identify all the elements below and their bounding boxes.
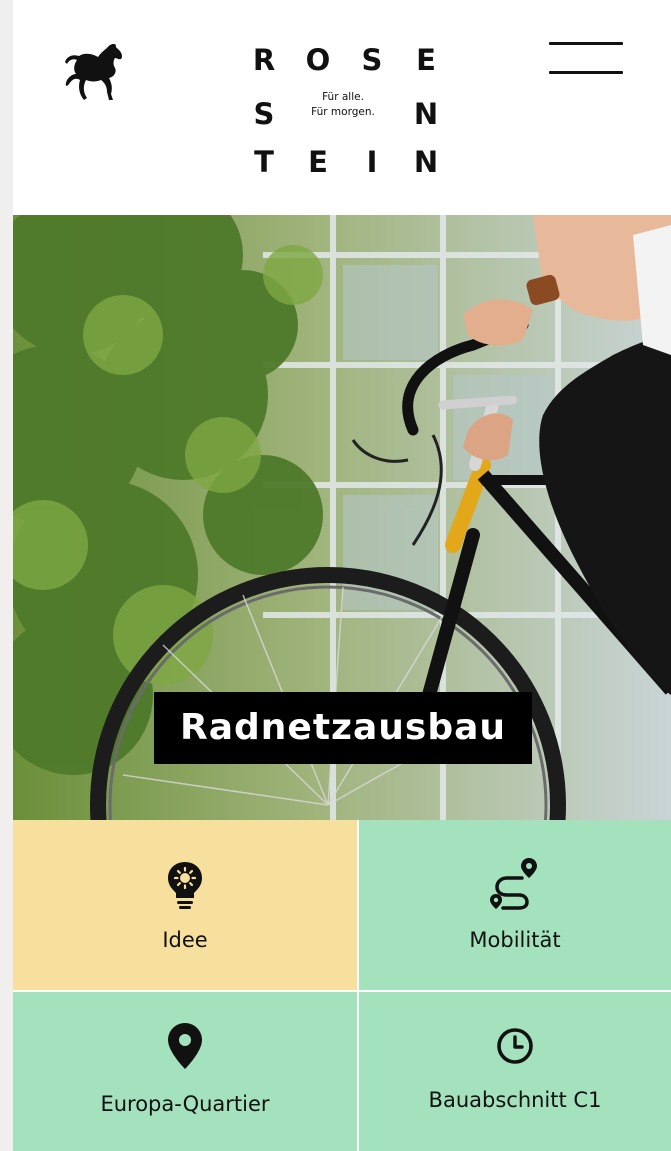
hero-title: Radnetzausbau [154, 692, 533, 764]
clock-icon [497, 1028, 533, 1064]
tile-label: Idee [162, 928, 208, 952]
menu-bar [549, 42, 623, 45]
logo-letter: O [305, 43, 331, 77]
tile-label: Europa-Quartier [100, 1092, 270, 1116]
logo-letter: I [366, 145, 378, 179]
category-tiles: Idee Mobilität Europa-Quartier Bauabschn… [13, 820, 671, 1151]
location-pin-icon [168, 1023, 202, 1069]
logo-tagline: Für alle. Für morgen. [293, 90, 393, 120]
hamburger-menu-icon[interactable] [541, 30, 627, 90]
tile-bauabschnitt[interactable]: Bauabschnitt C1 [359, 992, 671, 1151]
tagline-line: Für alle. [322, 91, 364, 103]
tile-label: Mobilität [469, 928, 561, 952]
logo-letter: T [254, 145, 274, 179]
tile-mobilitaet[interactable]: Mobilität [359, 820, 671, 990]
logo-letter: E [308, 145, 328, 179]
tile-label: Bauabschnitt C1 [428, 1088, 602, 1112]
route-icon [490, 858, 537, 910]
logo-letter: S [253, 97, 275, 131]
logo-letter: S [361, 43, 383, 77]
tagline-line: Für morgen. [311, 106, 375, 119]
rosenstein-logo[interactable]: R O S E S N T E I N Für alle. Für morgen… [251, 38, 451, 178]
logo-letter: N [413, 97, 439, 131]
horse-crest-icon[interactable] [63, 42, 129, 104]
site-header: R O S E S N T E I N Für alle. Für morgen… [13, 0, 671, 215]
menu-bar [549, 71, 623, 74]
tile-idee[interactable]: Idee [13, 820, 357, 990]
hero-image: Radnetzausbau [13, 215, 671, 820]
page: R O S E S N T E I N Für alle. Für morgen… [13, 0, 671, 1151]
logo-letter: R [252, 43, 276, 77]
tile-europa-quartier[interactable]: Europa-Quartier [13, 992, 357, 1151]
logo-letter: N [413, 145, 439, 179]
lightbulb-icon [168, 862, 202, 909]
logo-letter: E [416, 43, 436, 77]
